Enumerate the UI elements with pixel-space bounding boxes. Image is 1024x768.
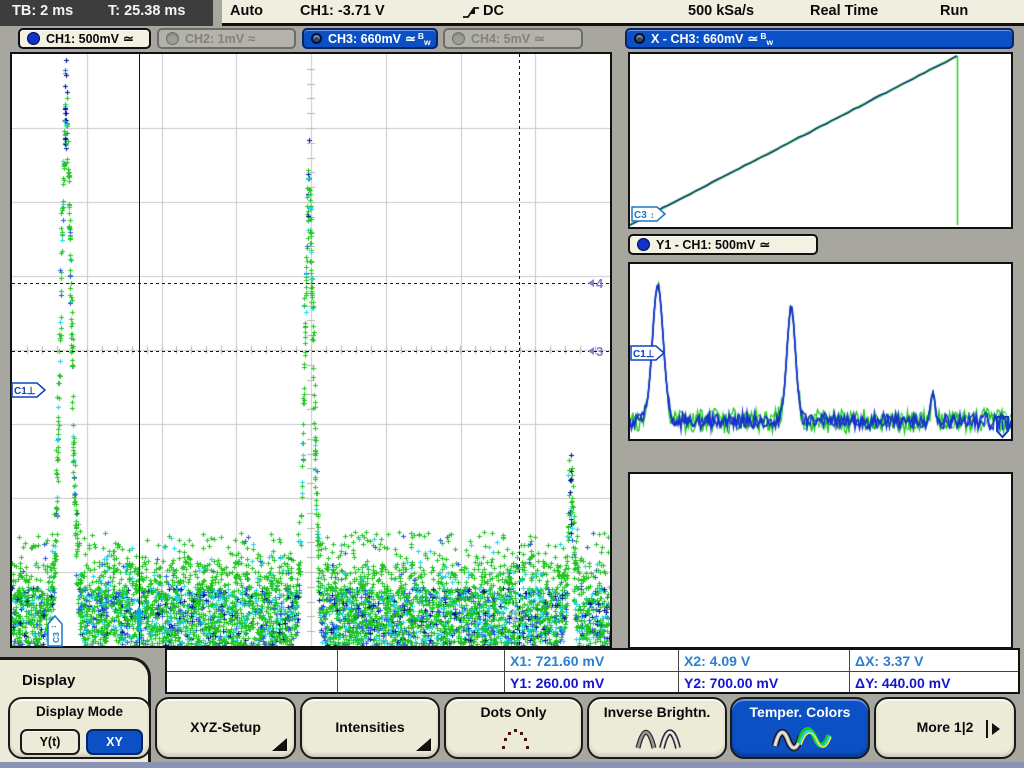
trigger-time-value: T: 25.38 ms — [108, 3, 185, 19]
ch3-button[interactable]: CH3: 660mV ≃ B w — [302, 28, 438, 49]
inverse-brightness-icon — [635, 725, 683, 753]
svg-text:↕: ↕ — [650, 210, 655, 220]
temper-colors-icon — [772, 723, 834, 755]
submenu-corner-icon — [416, 738, 431, 751]
ch1-label: CH1: 500mV — [46, 32, 119, 46]
ch1-dot-icon — [27, 32, 40, 45]
xyz-setup-softkey[interactable]: XYZ-Setup — [155, 697, 296, 759]
y1-waveform-panel: C1⊥ — [628, 262, 1013, 441]
cursor-arrow-icon — [588, 279, 594, 287]
readout-y2: Y2: 700.00 mV — [684, 673, 778, 693]
trigger-mode: Auto — [230, 3, 263, 19]
x-cursor-2[interactable] — [519, 54, 520, 646]
readout-x2: X2: 4.09 V — [684, 651, 750, 671]
readout-row-divider — [167, 671, 1018, 672]
intensities-softkey[interactable]: Intensities — [300, 697, 440, 759]
svg-text:C1⊥: C1⊥ — [633, 349, 655, 360]
xy-scatter-canvas — [12, 54, 610, 646]
ch3-coupling-icon: ≃ — [405, 31, 416, 47]
ch1-button[interactable]: CH1: 500mV ≃ — [18, 28, 151, 49]
x-cursor-1-handle[interactable] — [134, 606, 144, 615]
readout-col-divider — [678, 650, 679, 692]
ch4-dot-icon — [452, 32, 465, 45]
inverse-brightness-softkey[interactable]: Inverse Brightn. — [587, 697, 727, 759]
ch1-ground-marker[interactable]: C1⊥ — [11, 382, 47, 399]
timebase-value: TB: 2 ms — [12, 3, 73, 19]
x-ramp-canvas — [630, 54, 1011, 227]
more-softkey[interactable]: More 1|2 — [874, 697, 1016, 759]
ch1-coupling-icon: ≃ — [123, 31, 134, 47]
trigger-source: CH1: -3.71 V — [300, 3, 385, 19]
y1-dot-icon — [637, 238, 650, 251]
sample-rate: 500 kSa/s — [688, 3, 754, 19]
readout-y1: Y1: 260.00 mV — [510, 673, 604, 693]
cursor-readout-bar: X1: 721.60 mV X2: 4.09 V ΔX: 3.37 V Y1: … — [165, 648, 1020, 694]
submenu-corner-icon — [272, 738, 287, 751]
bottom-bezel-strip — [0, 762, 1024, 768]
x-source-coupling-icon: ≃ — [747, 31, 758, 47]
trigger-status-bar: Auto CH1: -3.71 V DC 500 kSa/s Real Time… — [222, 0, 1024, 26]
timebase-box: TB: 2 ms T: 25.38 ms — [0, 0, 213, 26]
dots-only-softkey[interactable]: Dots Only — [444, 697, 583, 759]
x-source-dot-icon — [634, 33, 645, 44]
ch2-label: CH2: 1mV — [185, 32, 244, 46]
y1-waveform-canvas — [630, 264, 1011, 439]
svg-text:↔: ↔ — [50, 621, 58, 630]
cursor-arrow-icon — [588, 347, 594, 355]
ch3-ground-marker[interactable]: ↔ C3 — [46, 615, 64, 648]
y1-source-button[interactable]: Y1 - CH1: 500mV ≃ — [628, 234, 818, 255]
oscilloscope-screen: TB: 2 ms T: 25.38 ms Auto CH1: -3.71 V D… — [0, 0, 1024, 768]
x-cursor-1-handle-bar[interactable] — [137, 615, 141, 632]
svg-text:C3: C3 — [634, 210, 647, 221]
x-cursor-2-handle[interactable]: 2 — [511, 608, 520, 626]
x-cursor-1[interactable] — [139, 54, 140, 646]
c3-ramp-marker[interactable]: C3 ↕ — [631, 206, 667, 223]
display-mode-softkey[interactable]: Display Mode Y(t) XY — [8, 697, 151, 759]
y-cursor-4-label: 4 — [588, 275, 603, 291]
x-source-button[interactable]: X - CH3: 660mV ≃ B w — [625, 28, 1014, 49]
y1-right-marker[interactable] — [996, 416, 1010, 439]
acquisition-mode: Real Time — [810, 3, 878, 19]
empty-panel — [628, 472, 1013, 649]
yt-mode-button[interactable]: Y(t) — [20, 729, 80, 755]
rising-edge-icon — [462, 5, 480, 20]
readout-col-divider — [504, 650, 505, 692]
ch2-dot-icon — [166, 32, 179, 45]
y1-coupling-icon: ≃ — [759, 237, 770, 253]
xy-mode-button[interactable]: XY — [86, 729, 143, 755]
svg-text:C3: C3 — [51, 632, 61, 643]
x-ramp-panel: C3 ↕ — [628, 52, 1013, 229]
y1-ground-marker[interactable]: C1⊥ — [630, 345, 666, 362]
temper-colors-softkey[interactable]: Temper. Colors — [730, 697, 870, 759]
readout-dy: ΔY: 440.00 mV — [855, 673, 950, 693]
ch2-button[interactable]: CH2: 1mV ≈ — [157, 28, 296, 49]
display-tab-label: Display — [22, 672, 75, 689]
y-cursor-4[interactable] — [12, 283, 610, 284]
trigger-coupling: DC — [483, 3, 504, 19]
ch4-label: CH4: 5mV — [471, 32, 530, 46]
readout-dx: ΔX: 3.37 V — [855, 651, 923, 671]
ch4-coupling-icon: ≃ — [534, 31, 545, 47]
ch2-coupling-icon: ≈ — [248, 31, 255, 46]
ch4-button[interactable]: CH4: 5mV ≃ — [443, 28, 583, 49]
readout-x1: X1: 721.60 mV — [510, 651, 604, 671]
display-mode-title: Display Mode — [10, 704, 149, 719]
readout-col-divider — [337, 650, 338, 692]
y-cursor-3[interactable] — [12, 351, 610, 352]
svg-text:C1⊥: C1⊥ — [14, 386, 36, 397]
run-state: Run — [940, 3, 968, 19]
y1-source-label: Y1 - CH1: 500mV — [656, 238, 755, 252]
dots-arc-icon — [496, 725, 536, 753]
more-arrow-icon — [986, 720, 1000, 738]
ch3-dot-icon — [311, 33, 322, 44]
y-cursor-3-label: 3 — [588, 343, 603, 359]
ch3-label: CH3: 660mV — [328, 32, 401, 46]
xy-display: 4 3 2 C1⊥ ↔ C3 — [10, 52, 612, 648]
x-source-label: X - CH3: 660mV — [651, 32, 743, 46]
readout-col-divider — [849, 650, 850, 692]
